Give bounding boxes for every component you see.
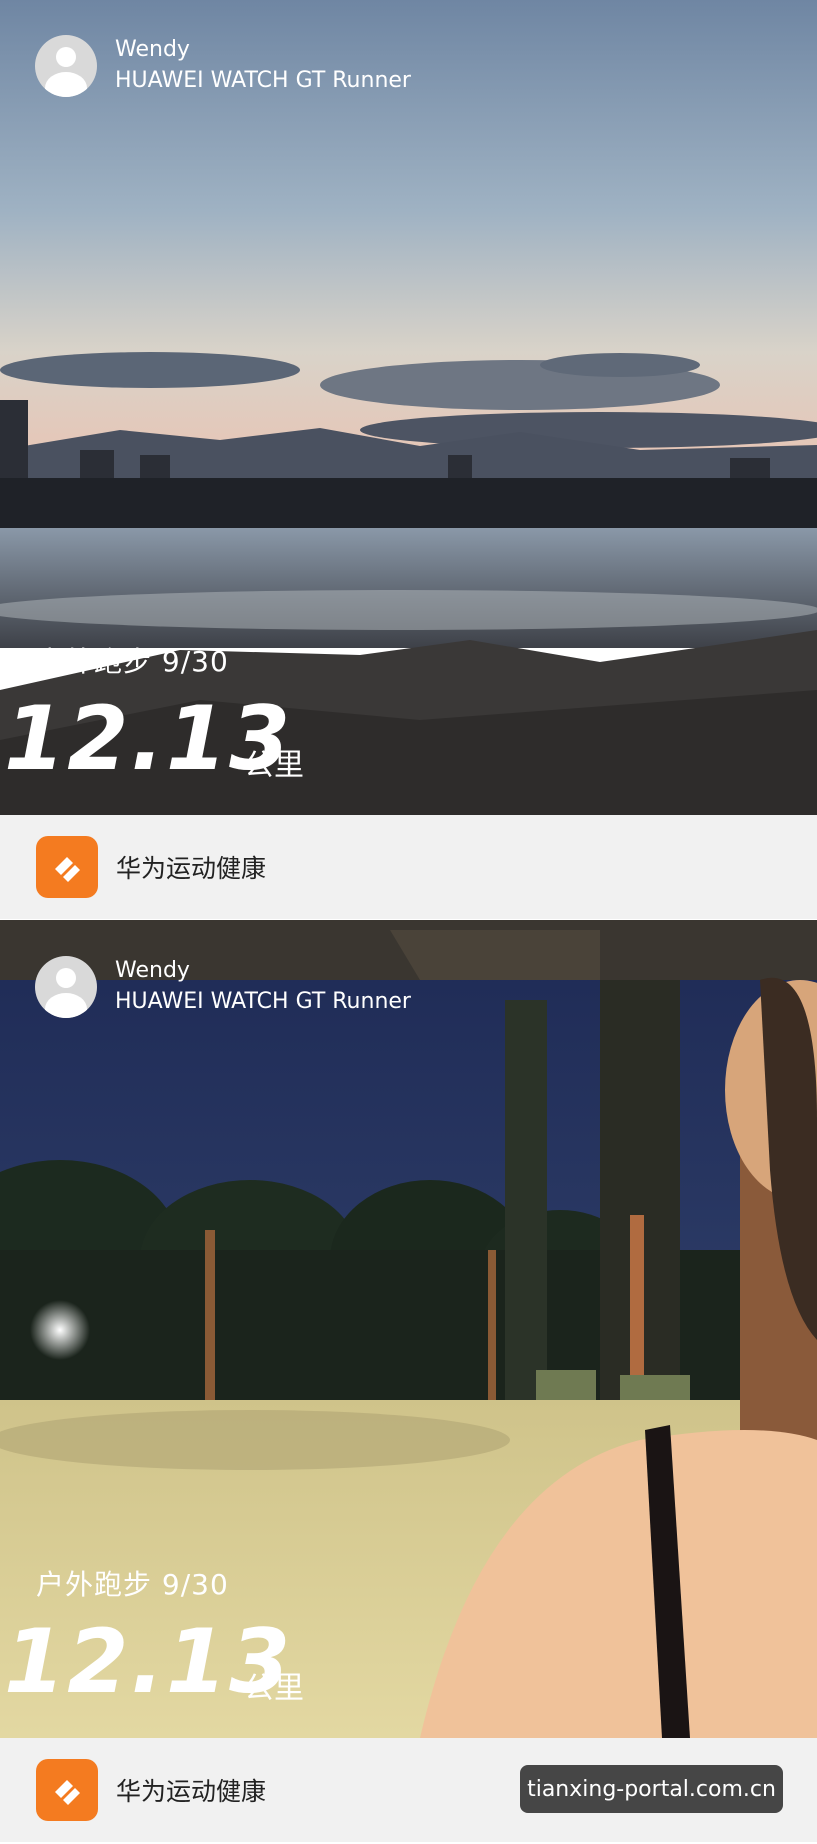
card-header: Wendy HUAWEI WATCH GT Runner (35, 35, 411, 97)
activity-label: 户外跑步 9/30 (36, 1568, 229, 1601)
huawei-health-icon (36, 1759, 98, 1821)
app-footer[interactable]: 华为运动健康 (0, 815, 817, 919)
workout-card-1[interactable]: Wendy HUAWEI WATCH GT Runner 户外跑步 9/30 1… (0, 0, 817, 920)
card-header: Wendy HUAWEI WATCH GT Runner (35, 956, 411, 1018)
activity-label: 户外跑步 9/30 (36, 645, 229, 678)
distance-unit: 公里 (244, 1671, 304, 1706)
user-avatar-icon[interactable] (35, 956, 97, 1018)
app-name: 华为运动健康 (116, 854, 267, 883)
workout-card-2[interactable]: Wendy HUAWEI WATCH GT Runner 户外跑步 9/30 1… (0, 920, 817, 1844)
user-name: Wendy (115, 37, 190, 62)
device-name: HUAWEI WATCH GT Runner (115, 68, 411, 93)
app-name: 华为运动健康 (116, 1777, 267, 1806)
distance-unit: 公里 (244, 748, 304, 783)
user-name: Wendy (115, 958, 190, 983)
site-watermark: tianxing-portal.com.cn (520, 1765, 783, 1813)
huawei-health-icon (36, 836, 98, 898)
user-avatar-icon[interactable] (35, 35, 97, 97)
device-name: HUAWEI WATCH GT Runner (115, 989, 411, 1014)
